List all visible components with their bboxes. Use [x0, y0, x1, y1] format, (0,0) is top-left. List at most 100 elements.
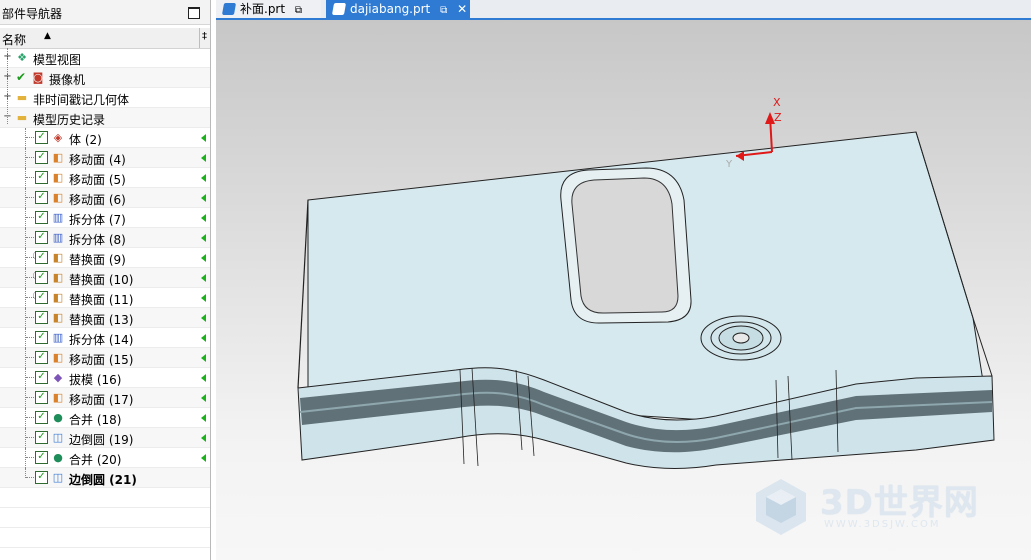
- close-icon[interactable]: ✕: [457, 2, 467, 16]
- status-marker-icon: [201, 374, 206, 382]
- history-feature-4[interactable]: ✓ ▥ 拆分体 (7): [0, 208, 210, 228]
- feature-checkbox[interactable]: ✓: [35, 151, 48, 164]
- maximize-icon[interactable]: [188, 7, 200, 19]
- feature-checkbox[interactable]: ✓: [35, 331, 48, 344]
- axis-z-label: Z: [774, 111, 782, 124]
- feature-label: 替换面 (9): [69, 253, 126, 267]
- feature-checkbox[interactable]: ✓: [35, 191, 48, 204]
- history-feature-9[interactable]: ✓ ◧ 替换面 (13): [0, 308, 210, 328]
- feature-label: 拔模 (16): [69, 373, 122, 387]
- tree-connector: [25, 228, 26, 248]
- history-feature-1[interactable]: ✓ ◧ 移动面 (4): [0, 148, 210, 168]
- unite-icon: ●: [53, 411, 63, 424]
- tab-dajiabang-prt[interactable]: dajiabang.prt ⧉ ✕: [326, 0, 470, 18]
- feature-checkbox[interactable]: ✓: [35, 251, 48, 264]
- folder-open-icon: ▬: [16, 111, 28, 124]
- camera-icon: ◙: [32, 71, 44, 84]
- feature-label: 移动面 (15): [69, 353, 134, 367]
- feature-checkbox[interactable]: ✓: [35, 231, 48, 244]
- feature-label: 合并 (20): [69, 453, 122, 467]
- part-file-icon: [221, 3, 237, 15]
- status-marker-icon: [201, 234, 206, 242]
- column-extra-header[interactable]: ‡: [202, 31, 207, 42]
- watermark-logo: 3D世界网 WWW.3DSJW.COM: [750, 473, 1020, 543]
- tab-label: 补面.prt: [240, 2, 286, 16]
- tree-connector: [25, 288, 26, 308]
- history-feature-8[interactable]: ⓘ✓◧替换面 (11): [0, 288, 210, 308]
- tree-item-3[interactable]: − ▬ 模型历史记录: [0, 108, 210, 128]
- history-feature-3[interactable]: ✓ ◧ 移动面 (6): [0, 188, 210, 208]
- tree-item-0[interactable]: + ❖ 模型视图: [0, 48, 210, 68]
- sort-ascending-icon: ▲: [44, 31, 51, 41]
- status-marker-icon: [201, 274, 206, 282]
- tree-connector: [25, 308, 26, 328]
- feature-checkbox[interactable]: ✓: [35, 391, 48, 404]
- tree-connector: [26, 377, 34, 378]
- model-views-icon: ❖: [17, 51, 27, 64]
- move-face-icon: ◧: [52, 191, 64, 204]
- tree-item-label: 模型视图: [33, 53, 82, 67]
- history-feature-12[interactable]: ✓ ◆ 拔模 (16): [0, 368, 210, 388]
- history-feature-16[interactable]: ✓ ● 合并 (20): [0, 448, 210, 468]
- feature-checkbox[interactable]: ✓: [35, 351, 48, 364]
- empty-row: [0, 528, 210, 548]
- history-feature-10[interactable]: ✓ ▥ 拆分体 (14): [0, 328, 210, 348]
- feature-checkbox[interactable]: ✓: [35, 211, 48, 224]
- history-feature-14[interactable]: ✓ ● 合并 (18): [0, 408, 210, 428]
- tree-connector: [25, 148, 26, 168]
- empty-row: [0, 508, 210, 528]
- history-feature-2[interactable]: ✓ ◧ 移动面 (5): [0, 168, 210, 188]
- feature-label: 拆分体 (7): [69, 213, 126, 227]
- visible-check-icon[interactable]: ✔: [16, 70, 26, 84]
- feature-checkbox[interactable]: ✓: [35, 371, 48, 384]
- tree-item-label: 摄像机: [49, 73, 86, 87]
- unite-icon: ●: [53, 451, 63, 464]
- history-feature-17[interactable]: ✓ ◫ 边倒圆 (21): [0, 468, 210, 488]
- edge-blend-icon: ◫: [52, 471, 64, 484]
- tree-item-1[interactable]: + ✔ ◙ 摄像机: [0, 68, 210, 88]
- tree-connector: [25, 328, 26, 348]
- status-marker-icon: [201, 174, 206, 182]
- column-divider[interactable]: [199, 28, 200, 48]
- feature-checkbox[interactable]: ✓: [35, 471, 48, 484]
- history-feature-5[interactable]: ✓ ▥ 拆分体 (8): [0, 228, 210, 248]
- tree-connector: [25, 268, 26, 288]
- feature-label: 替换面 (13): [69, 313, 134, 327]
- status-marker-icon: [201, 254, 206, 262]
- feature-checkbox[interactable]: ✓: [35, 431, 48, 444]
- status-marker-icon: [201, 394, 206, 402]
- feature-checkbox[interactable]: ✓: [35, 171, 48, 184]
- edge-blend-icon: ◫: [52, 431, 64, 444]
- tree-connector: [26, 157, 34, 158]
- status-marker-icon: [201, 414, 206, 422]
- feature-checkbox[interactable]: ✓: [35, 311, 48, 324]
- tree-connector: [25, 168, 26, 188]
- document-tab-bar: 补面.prt ⧉ dajiabang.prt ⧉ ✕: [216, 0, 1031, 20]
- column-name-header[interactable]: 名称: [2, 31, 26, 48]
- replace-face-icon: ◧: [52, 311, 64, 324]
- history-feature-15[interactable]: ✓ ◫ 边倒圆 (19): [0, 428, 210, 448]
- history-feature-13[interactable]: ✓ ◧ 移动面 (17): [0, 388, 210, 408]
- draft-icon: ◆: [53, 371, 63, 384]
- tree-connector: [26, 357, 34, 358]
- history-feature-11[interactable]: ✓ ◧ 移动面 (15): [0, 348, 210, 368]
- tree-item-2[interactable]: + ▬ 非时间戳记几何体: [0, 88, 210, 108]
- status-marker-icon: [201, 294, 206, 302]
- history-feature-6[interactable]: ⓘ✓◧替换面 (9): [0, 248, 210, 268]
- external-icon[interactable]: ⧉: [440, 5, 447, 16]
- history-feature-0[interactable]: ✓ ◈ 体 (2): [0, 128, 210, 148]
- status-marker-icon: [201, 334, 206, 342]
- tab-bumian-prt[interactable]: 补面.prt ⧉: [216, 0, 321, 18]
- feature-label: 体 (2): [69, 133, 102, 147]
- external-icon[interactable]: ⧉: [295, 5, 302, 16]
- feature-checkbox[interactable]: ✓: [35, 291, 48, 304]
- tree-connector: [26, 437, 34, 438]
- history-feature-7[interactable]: ⓘ✓◧替换面 (10): [0, 268, 210, 288]
- navigator-column-header[interactable]: 名称 ▲ ‡: [0, 28, 210, 49]
- feature-checkbox[interactable]: ✓: [35, 131, 48, 144]
- feature-label: 合并 (18): [69, 413, 122, 427]
- feature-checkbox[interactable]: ✓: [35, 451, 48, 464]
- tree-connector: [25, 208, 26, 228]
- feature-checkbox[interactable]: ✓: [35, 271, 48, 284]
- feature-checkbox[interactable]: ✓: [35, 411, 48, 424]
